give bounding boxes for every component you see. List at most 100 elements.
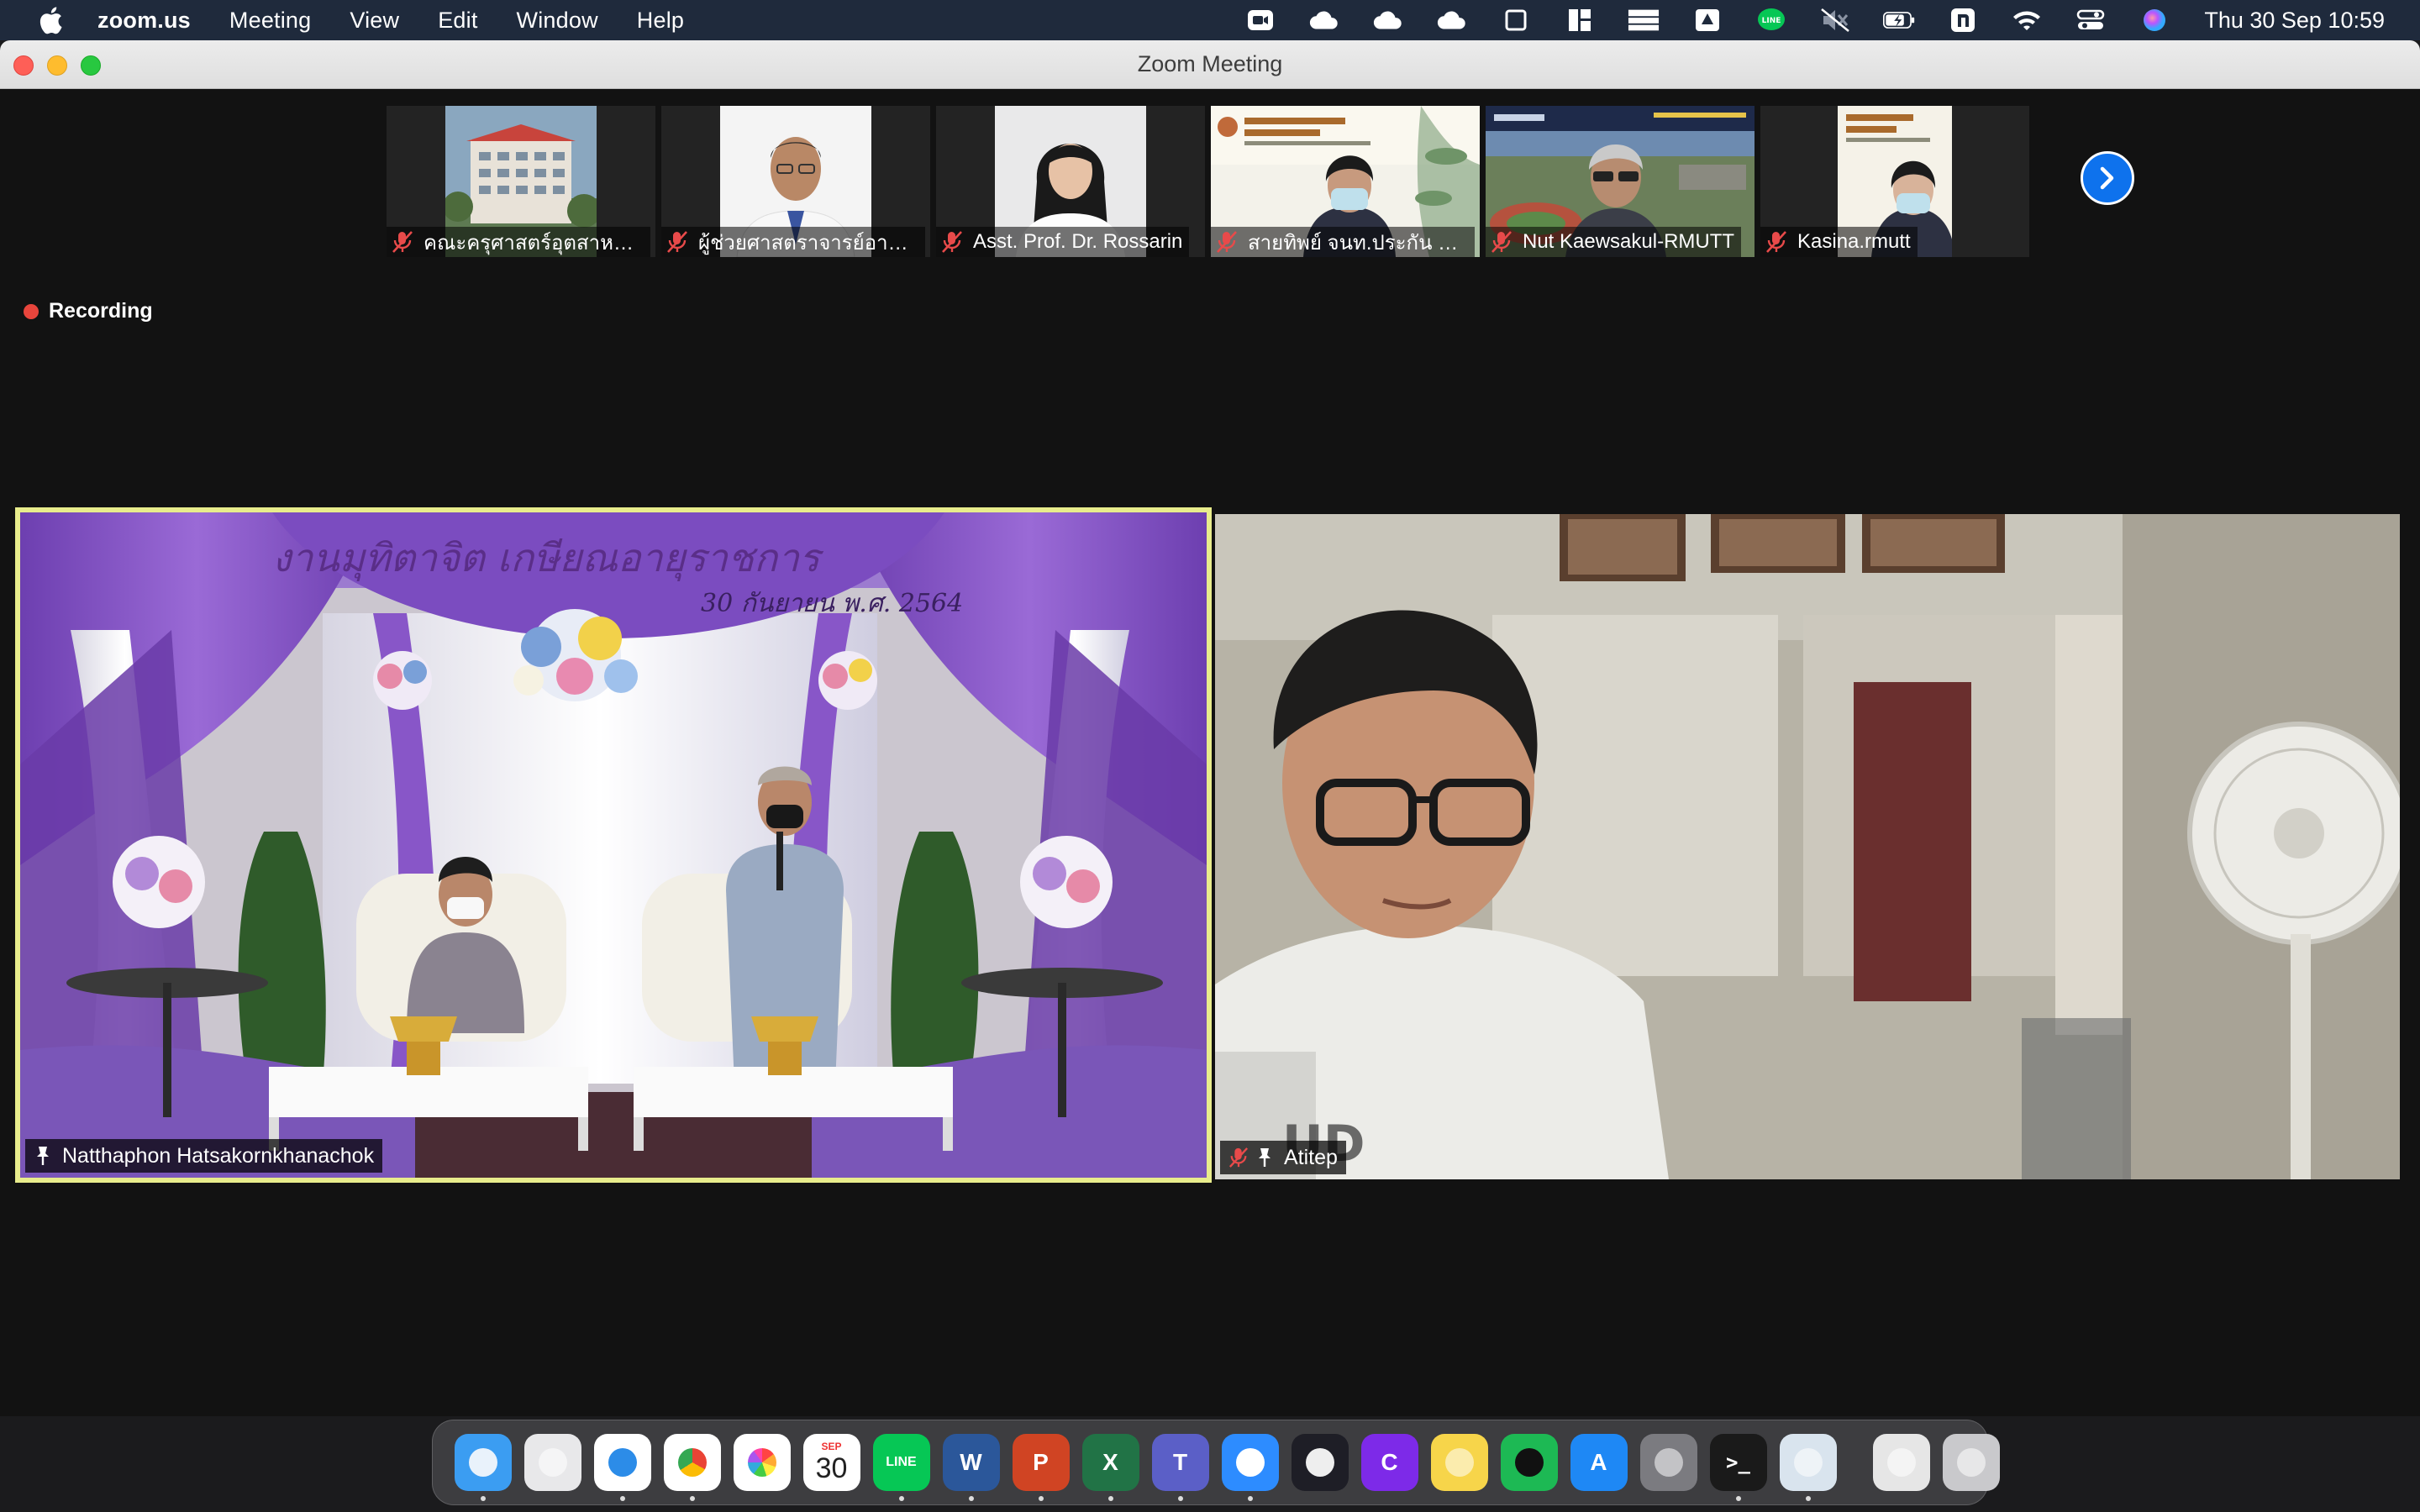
cloud-icon[interactable] (1372, 8, 1404, 33)
menu-app-name[interactable]: zoom.us (97, 8, 191, 34)
dock-app-glyph: >_ (1726, 1451, 1750, 1474)
participant-name-label: ผู้ช่วยศาสตราจารย์อานนท์ (661, 227, 925, 257)
dashboard-icon[interactable] (1564, 8, 1596, 33)
menu-window[interactable]: Window (517, 8, 598, 34)
dock-canva-icon[interactable]: C (1360, 1434, 1418, 1491)
muted-mic-icon (1491, 231, 1512, 253)
running-indicator (1038, 1496, 1044, 1501)
running-indicator (689, 1496, 695, 1501)
wifi-icon[interactable] (2011, 8, 2043, 33)
participant-name-label: Asst. Prof. Dr. Rossarin (936, 227, 1190, 257)
window-titlebar[interactable]: Zoom Meeting (0, 40, 2420, 89)
dock-safari-icon[interactable] (593, 1434, 651, 1501)
running-indicator (619, 1496, 625, 1501)
muted-speaker-icon[interactable] (1819, 8, 1851, 33)
dock-terminal-icon[interactable]: >_ (1709, 1434, 1767, 1501)
control-center-icon[interactable] (2075, 8, 2107, 33)
dock-excel-icon[interactable]: X (1081, 1434, 1139, 1501)
participant-thumbnail[interactable]: ผู้ช่วยศาสตราจารย์อานนท์ (661, 106, 930, 257)
running-indicator (898, 1496, 904, 1501)
participant-thumbnail[interactable]: คณะครุศาสตร์อุตสาหกรรม (387, 106, 655, 257)
participant-thumbnail[interactable]: Nut Kaewsakul-RMUTT (1486, 106, 1754, 257)
dock-app-glyph: T (1172, 1449, 1188, 1475)
recording-dot-icon (24, 303, 39, 319)
dock-downloads-icon[interactable] (1872, 1434, 1930, 1491)
dock-app-glyph: W (960, 1449, 982, 1475)
dock-photos-icon[interactable] (733, 1434, 791, 1491)
dock-zoom-icon[interactable] (1221, 1434, 1279, 1501)
dock-finder-icon[interactable] (454, 1434, 512, 1501)
ceremony-stage-scene: งานมุทิตาจิต เกษียณอายุราชการ 30 กันยายน… (20, 512, 1207, 1178)
dock-calendar-icon[interactable]: SEP 30 (802, 1434, 860, 1491)
dock-line-icon[interactable]: LINE (872, 1434, 930, 1501)
calendar-month-label: SEP (821, 1441, 842, 1452)
participant-thumbnail[interactable]: สายทิพย์ จนท.ประกัน คอม (1211, 106, 1480, 257)
participant-thumbnail[interactable]: Kasina.rmutt (1760, 106, 2029, 257)
menu-view[interactable]: View (350, 8, 399, 34)
dock-app-emblem (1886, 1448, 1916, 1477)
recording-label: Recording (49, 299, 153, 323)
participant-thumbnail[interactable]: Asst. Prof. Dr. Rossarin (936, 106, 1205, 257)
cloud-icon[interactable] (1308, 8, 1340, 33)
muted-mic-icon (1217, 231, 1237, 253)
recording-indicator[interactable]: Recording (24, 299, 153, 323)
line-icon[interactable]: LINE (1755, 8, 1787, 33)
running-indicator (1177, 1496, 1183, 1501)
drive-icon[interactable] (1691, 8, 1723, 33)
battery-icon[interactable] (1883, 8, 1915, 33)
running-indicator (480, 1496, 486, 1501)
dock-notes-icon[interactable] (1430, 1434, 1488, 1491)
dock-app-emblem (1235, 1448, 1265, 1477)
dock-powerpoint-icon[interactable]: P (1012, 1434, 1070, 1501)
dock-app-glyph: C (1381, 1449, 1398, 1475)
menu-meeting[interactable]: Meeting (229, 8, 311, 34)
dock-spotify-icon[interactable] (1500, 1434, 1558, 1491)
running-indicator (968, 1496, 974, 1501)
siri-icon[interactable] (2139, 8, 2170, 33)
dock-app-emblem (608, 1448, 637, 1477)
dock-app-glyph: P (1033, 1449, 1049, 1475)
dock-launchpad-icon[interactable] (523, 1434, 581, 1491)
next-page-button[interactable] (2081, 151, 2134, 205)
muted-mic-icon (1228, 1147, 1249, 1168)
active-speaker-video[interactable]: งานมุทิตาจิต เกษียณอายุราชการ 30 กันยายน… (15, 507, 1212, 1183)
dock-trash-icon[interactable] (1942, 1434, 2000, 1491)
dock-teams-icon[interactable]: T (1151, 1434, 1209, 1501)
n-app-icon[interactable] (1947, 8, 1979, 33)
ceremony-date-banner: 30 กันยายน พ.ศ. 2564 (701, 589, 963, 618)
dock-app-emblem (1514, 1448, 1544, 1477)
window-icon[interactable] (1500, 8, 1532, 33)
dock-preview-icon[interactable] (1779, 1434, 1837, 1501)
cards-icon[interactable] (1628, 8, 1660, 33)
running-indicator (1247, 1496, 1253, 1501)
apple-icon[interactable] (34, 3, 67, 37)
participant-video-main[interactable]: UD Atitep (1215, 514, 2400, 1179)
dock-chrome-icon[interactable] (663, 1434, 721, 1501)
muted-mic-icon (667, 231, 687, 253)
participant-name-label: คณะครุศาสตร์อุตสาหกรรม (387, 227, 650, 257)
window-title: Zoom Meeting (1137, 51, 1283, 76)
pin-icon (37, 1147, 49, 1165)
running-indicator (1107, 1496, 1113, 1501)
zoom-camera-icon[interactable] (1244, 8, 1276, 33)
ceremony-banner-text: งานมุทิตาจิต เกษียณอายุราชการ (272, 535, 824, 581)
dock-obs-icon[interactable] (1291, 1434, 1349, 1491)
dock-app-emblem (468, 1448, 497, 1477)
pin-icon (1259, 1148, 1270, 1167)
participant-name-label: สายทิพย์ จนท.ประกัน คอม (1211, 227, 1475, 257)
menu-help[interactable]: Help (637, 8, 684, 34)
home-room-scene: UD (1215, 514, 2400, 1179)
running-indicator (1735, 1496, 1741, 1501)
dock-app-store-icon[interactable]: A (1570, 1434, 1628, 1491)
menubar-clock[interactable]: Thu 30 Sep 10:59 (2204, 8, 2385, 34)
cloud-icon[interactable] (1436, 8, 1468, 33)
chevron-right-icon (2100, 166, 2114, 190)
dock-app-emblem (1793, 1448, 1823, 1477)
dock-system-preferences-icon[interactable] (1639, 1434, 1697, 1491)
dock-app-glyph: LINE (886, 1455, 917, 1469)
participant-name-label: Atitep (1220, 1141, 1346, 1174)
muted-mic-icon (392, 231, 413, 253)
dock-word-icon[interactable]: W (942, 1434, 1000, 1501)
menu-edit[interactable]: Edit (438, 8, 477, 34)
muted-mic-icon (942, 231, 962, 253)
